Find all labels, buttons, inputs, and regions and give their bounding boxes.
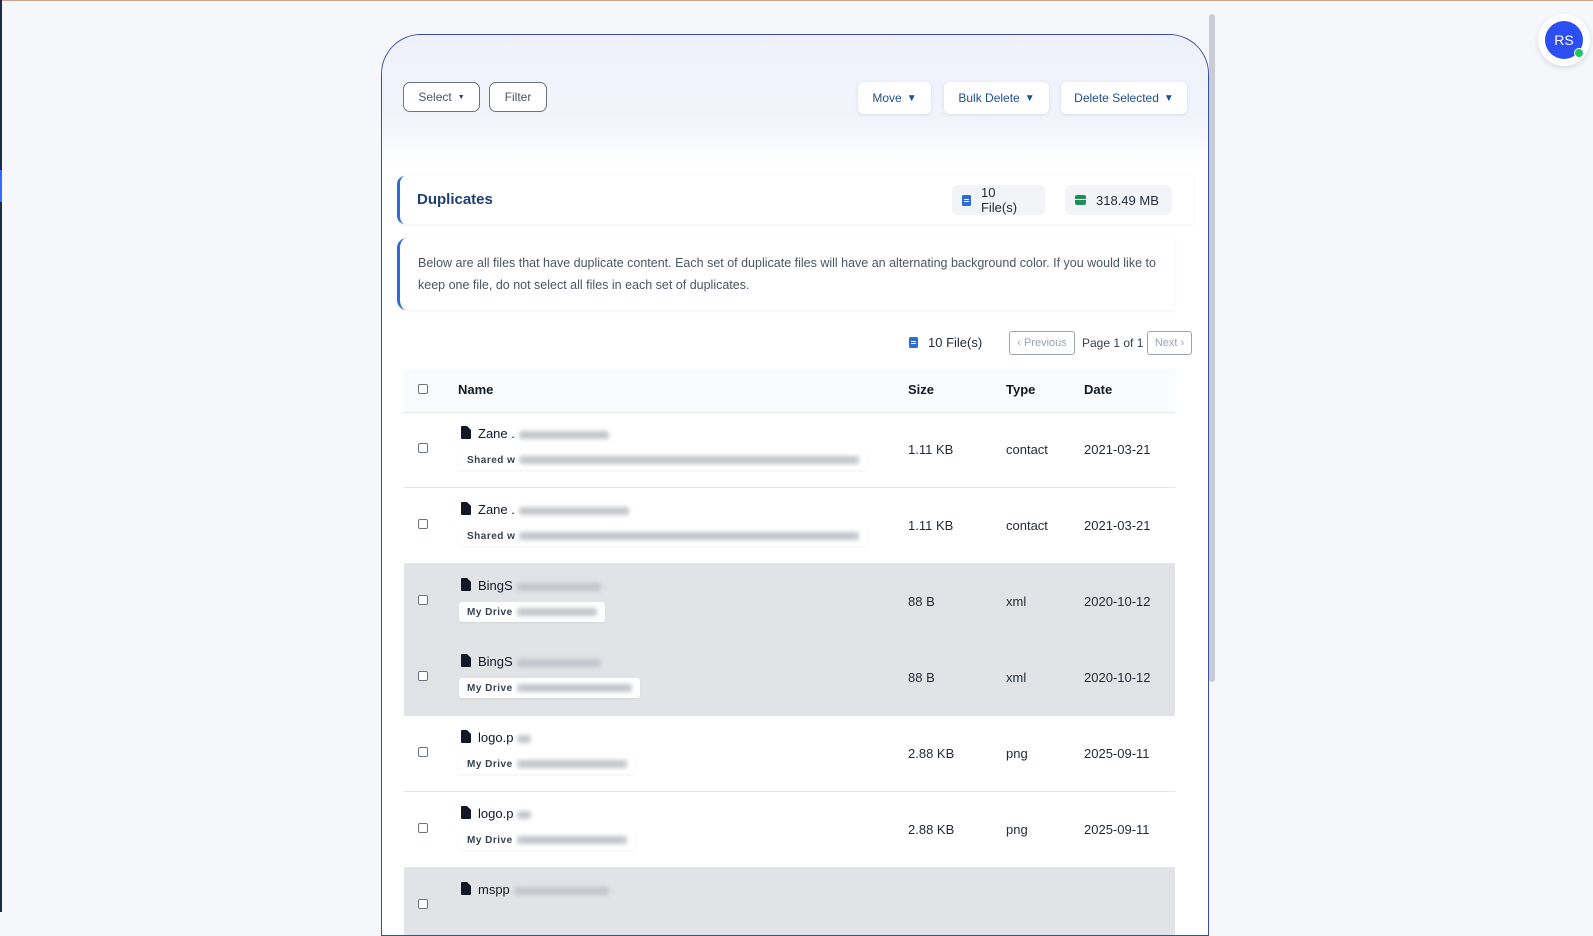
window-top-border [0,0,1593,1]
file-count-badge: 10 File(s) [952,185,1045,215]
storage-icon [1075,195,1086,205]
left-sidebar-active-indicator [0,170,2,202]
file-icon [461,426,471,439]
file-date: 2020-10-12 [1084,670,1151,685]
online-status-dot [1574,48,1584,58]
file-name[interactable]: BingS [478,578,601,593]
previous-page-button[interactable]: ‹ Previous [1009,331,1075,355]
filter-button-label: Filter [504,90,532,104]
table-row[interactable]: BingS My Drive 88 B xml 2020-10-12 [404,564,1175,640]
move-button[interactable]: Move ▼ [858,82,931,114]
total-size-text: 318.49 MB [1096,192,1159,208]
row-checkbox[interactable] [418,595,428,605]
triangle-down-icon: ▼ [906,92,917,104]
table-header: Name Size Type Date [404,369,1175,413]
file-type: png [1006,822,1028,837]
pagination-count-text: 10 File(s) [928,335,983,350]
page-indicator: Page 1 of 1 [1082,336,1144,350]
filter-button[interactable]: Filter [489,82,547,112]
file-path: My Drive [459,830,635,850]
table-row[interactable]: logo.p My Drive 2.88 KB png 2025-09-11 [404,716,1175,792]
file-type: contact [1006,442,1048,457]
file-icon [461,730,471,743]
file-size: 1.11 KB [908,442,954,457]
file-path: My Drive [459,678,640,698]
file-type: contact [1006,518,1048,533]
column-header-name[interactable]: Name [458,382,493,397]
file-name[interactable]: Zane . [478,426,609,441]
file-path: My Drive [459,602,605,622]
file-icon [461,578,471,591]
next-page-button[interactable]: Next › [1147,331,1192,355]
caret-down-icon: ▼ [457,93,465,101]
select-dropdown-button[interactable]: Select ▼ [403,82,480,112]
table-row[interactable]: Zane . Shared w 1.11 KB contact 2021-03-… [404,488,1175,564]
file-icon [461,806,471,819]
table-row[interactable]: BingS My Drive 88 B xml 2020-10-12 [404,640,1175,716]
file-type: xml [1006,670,1027,685]
page-scrollbar[interactable] [1209,14,1215,682]
row-checkbox[interactable] [418,747,428,757]
document-icon [962,194,971,206]
file-size: 88 B [908,670,935,685]
file-date: 2021-03-21 [1084,518,1151,533]
move-button-label: Move [872,91,902,105]
avatar: RS [1545,21,1584,59]
file-icon [461,882,471,895]
info-message: Below are all files that have duplicate … [397,238,1174,310]
file-name[interactable]: BingS [478,654,601,669]
column-header-size[interactable]: Size [908,382,934,397]
next-page-label: Next › [1154,337,1185,349]
file-path: Shared w [459,450,868,470]
file-type: png [1006,746,1028,761]
file-size: 88 B [908,594,935,609]
triangle-down-icon: ▼ [1024,92,1035,104]
file-date: 2025-09-11 [1084,822,1150,837]
file-date: 2020-10-12 [1084,594,1151,609]
table-row[interactable]: logo.p My Drive 2.88 KB png 2025-09-11 [404,792,1175,868]
file-size: 2.88 KB [908,746,955,761]
toolbar: Select ▼ Filter Move ▼ Bulk Delete ▼ Del… [382,35,1208,165]
bulk-delete-button-label: Bulk Delete [958,91,1020,105]
file-icon [461,502,471,515]
file-size: 1.11 KB [908,518,954,533]
duplicates-panel: Select ▼ Filter Move ▼ Bulk Delete ▼ Del… [381,34,1209,936]
page-title: Duplicates [417,191,493,208]
table-row[interactable]: mspp [404,868,1175,935]
delete-selected-button-label: Delete Selected [1074,91,1159,105]
row-checkbox[interactable] [418,519,428,529]
row-checkbox[interactable] [418,671,428,681]
file-name[interactable]: logo.p [478,730,532,745]
file-name[interactable]: Zane . [478,502,629,517]
file-size: 2.88 KB [908,822,955,837]
row-checkbox[interactable] [418,443,428,453]
file-icon [461,654,471,667]
user-avatar-button[interactable]: RS [1538,14,1590,66]
duplicates-summary-card: Duplicates 10 File(s) 318.49 MB [397,176,1193,224]
file-date: 2021-03-21 [1084,442,1151,457]
file-path: My Drive [459,754,635,774]
select-button-label: Select [418,90,452,104]
column-header-type[interactable]: Type [1006,382,1035,397]
delete-selected-button[interactable]: Delete Selected ▼ [1061,82,1187,114]
select-all-checkbox[interactable] [418,384,428,394]
row-checkbox[interactable] [418,899,428,909]
avatar-initials: RS [1554,32,1574,48]
document-icon [909,337,918,348]
file-date: 2025-09-11 [1084,746,1150,761]
previous-page-label: ‹ Previous [1017,337,1067,349]
file-path: Shared w [459,526,868,546]
file-count-text: 10 File(s) [980,185,1018,215]
file-name[interactable]: logo.p [478,806,532,821]
column-header-date[interactable]: Date [1084,382,1112,397]
table-row[interactable]: Zane . Shared w 1.11 KB contact 2021-03-… [404,412,1175,488]
left-sidebar-edge [0,0,2,912]
file-name[interactable]: mspp [478,882,609,897]
bulk-delete-button[interactable]: Bulk Delete ▼ [944,82,1049,114]
file-type: xml [1006,594,1027,609]
pagination-file-count: 10 File(s) [909,335,982,350]
total-size-badge: 318.49 MB [1065,185,1172,215]
row-checkbox[interactable] [418,823,428,833]
triangle-down-icon: ▼ [1163,92,1174,104]
